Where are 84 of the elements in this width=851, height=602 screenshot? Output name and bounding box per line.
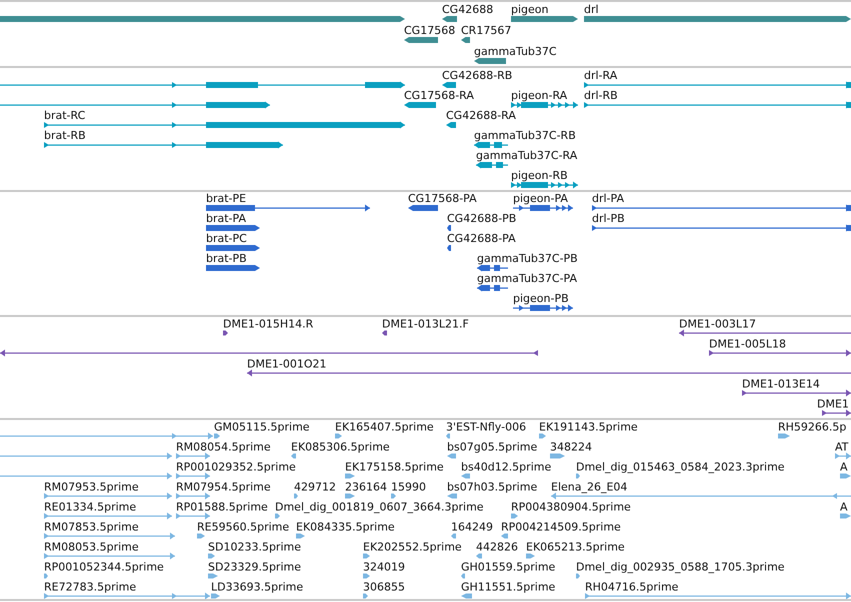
feature-label: RM07853.5prime: [44, 520, 139, 534]
feature-label: CG42688-RA: [446, 109, 516, 122]
feature-label: A: [840, 500, 848, 514]
feature-label: pigeon-PB: [513, 292, 569, 305]
feature-label: 442826: [476, 540, 518, 554]
feature-label: RH04716.5prime: [585, 580, 678, 594]
feature-label: bs40d12.5prime: [461, 460, 552, 474]
feature-label: 236164: [345, 480, 387, 494]
feature-label: EK202552.5prime: [363, 540, 462, 554]
feature-label: drl: [584, 3, 599, 16]
feature-label: SD23329.5prime: [208, 560, 301, 574]
feature-label: pigeon-RB: [511, 169, 568, 182]
feature-label: gammaTub37C-PB: [477, 252, 578, 265]
feature-label: 429712: [294, 480, 336, 494]
feature-label: gammaTub37C-RB: [474, 129, 576, 142]
feature-label: EK191143.5prime: [539, 420, 638, 434]
feature-label: RM07953.5prime: [44, 480, 139, 494]
feature-label: RP004380904.5prime: [511, 500, 631, 514]
feature-label: gammaTub37C: [474, 45, 557, 58]
feature-label: RE59560.5prime: [197, 520, 290, 534]
feature-label: 348224: [550, 440, 592, 454]
feature-label: RP004214509.5prime: [501, 520, 621, 534]
feature-label: RE72783.5prime: [44, 580, 136, 594]
feature-label: CR17567: [461, 24, 512, 37]
feature-label: CG17568-RA: [404, 89, 474, 102]
feature-label: GH11551.5prime: [461, 580, 556, 594]
feature-label: GH01559.5prime: [461, 560, 556, 574]
feature-label: Elena_26_E04: [551, 480, 628, 494]
feature-label: DME1-003L17: [679, 318, 756, 330]
feature-label: CG42688-PB: [447, 212, 516, 225]
feature-label: A: [840, 460, 848, 474]
feature-label: EK085306.5prime: [291, 440, 390, 454]
feature-label: DME1-013E14: [742, 378, 820, 390]
feature-label: pigeon-PA: [513, 192, 568, 205]
feature-label: 324019: [363, 560, 405, 574]
feature-label: SD10233.5prime: [208, 540, 301, 554]
feature-label: DME1: [817, 398, 849, 410]
feature-label: RM08053.5prime: [44, 540, 139, 554]
feature-label: RM07954.5prime: [176, 480, 271, 494]
feature-label: bs07h03.5prime: [447, 480, 538, 494]
feature-label: bs07g05.5prime: [447, 440, 538, 454]
feature-label: EK165407.5prime: [335, 420, 434, 434]
feature-label: 3'EST-Nfly-006: [446, 420, 526, 434]
feature-label: brat-PA: [206, 212, 246, 225]
feature-label: AT: [835, 440, 848, 454]
feature-label: brat-RC: [44, 109, 86, 122]
feature-label: pigeon-RA: [511, 89, 568, 102]
feature-label: DME1-015H14.R: [223, 318, 314, 330]
feature-label: DME1-013L21.F: [382, 318, 469, 330]
feature-label: RH59266.5p: [778, 420, 846, 434]
feature-label: gammaTub37C-PA: [477, 272, 577, 285]
feature-label: EK175158.5prime: [345, 460, 444, 474]
feature-label: CG42688-RB: [442, 69, 512, 82]
feature-label: 306855: [363, 580, 405, 594]
feature-label: DME1-005L18: [709, 338, 786, 350]
feature-label: brat-PE: [206, 192, 246, 205]
feature-label: drl-PA: [592, 192, 624, 205]
feature-label: brat-PC: [206, 232, 247, 245]
feature-label: RP001029352.5prime: [176, 460, 296, 474]
feature-label: DME1-001O21: [247, 358, 327, 370]
feature-label: drl-PB: [592, 212, 625, 225]
feature-label: RP01588.5prime: [176, 500, 268, 514]
feature-label: drl-RA: [584, 69, 618, 82]
feature-label: pigeon: [511, 3, 548, 16]
feature-label: GM05115.5prime: [214, 420, 310, 434]
feature-label: RE01334.5prime: [44, 500, 136, 514]
feature-label: CG17568-PA: [408, 192, 477, 205]
feature-label: RM08054.5prime: [176, 440, 271, 454]
feature-label: CG42688: [442, 3, 494, 16]
feature-label: drl-RB: [584, 89, 618, 102]
feature-label: Dmel_dig_002935_0588_1705.3prime: [576, 560, 785, 574]
feature-label: 164249: [451, 520, 493, 534]
feature-label: Dmel_dig_015463_0584_2023.3prime: [576, 460, 785, 474]
feature-label: LD33693.5prime: [211, 580, 304, 594]
feature-label: RP001052344.5prime: [44, 560, 164, 574]
feature-label: CG42688-PA: [447, 232, 516, 245]
feature-label: brat-PB: [206, 252, 247, 265]
feature-label: EK065213.5prime: [526, 540, 625, 554]
feature-label: CG17568: [404, 24, 456, 37]
feature-label: brat-RB: [44, 129, 86, 142]
feature-label: gammaTub37C-RA: [476, 149, 578, 162]
feature-label: Dmel_dig_001819_0607_3664.3prime: [275, 500, 484, 514]
feature-label: 15990: [391, 480, 426, 494]
feature-label: EK084335.5prime: [296, 520, 395, 534]
